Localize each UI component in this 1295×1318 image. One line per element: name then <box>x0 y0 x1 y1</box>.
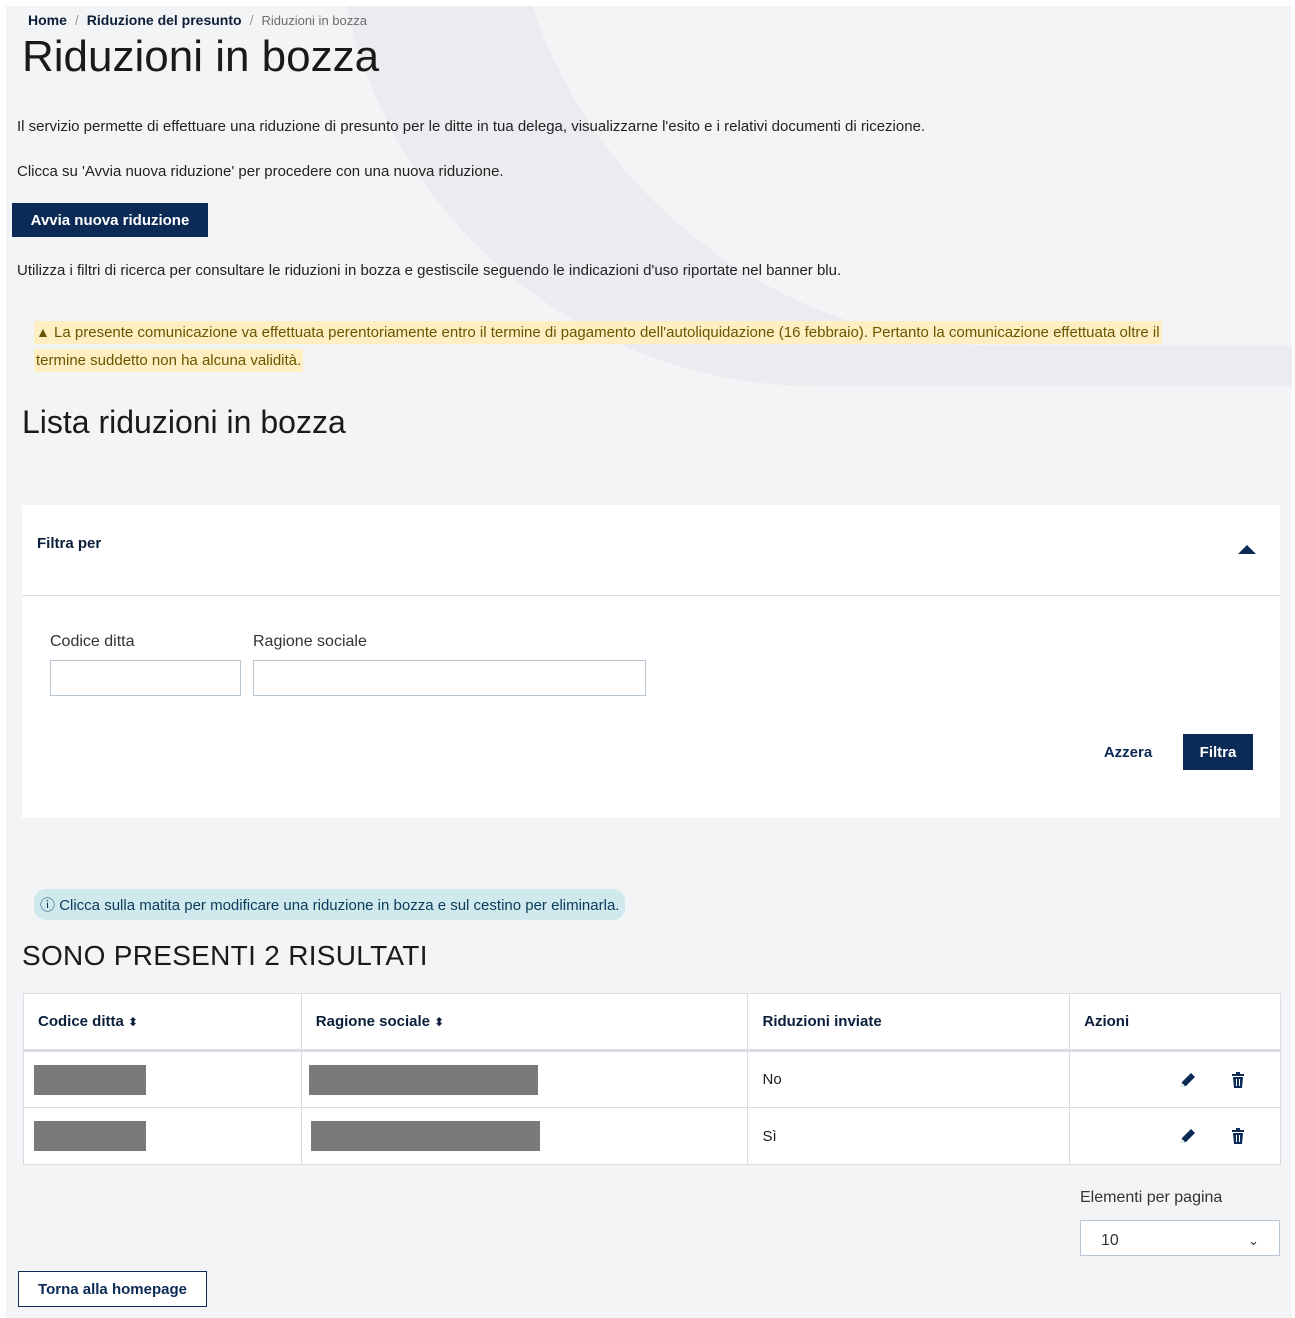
page-title: Riduzioni in bozza <box>22 32 380 81</box>
cell-inviate: No <box>747 1050 1071 1108</box>
items-per-page-label: Elementi per pagina <box>1080 1189 1223 1206</box>
filter-panel: Filtra per Codice ditta Ragione sociale … <box>22 505 1280 818</box>
cell-codice-redacted <box>23 1107 302 1165</box>
redacted-block <box>308 1064 538 1095</box>
ragione-sociale-input[interactable] <box>253 660 646 696</box>
results-table: Codice ditta ⬍ Ragione sociale ⬍ Riduzio… <box>23 993 1281 1165</box>
info-text: Clicca sulla matita per modificare una r… <box>59 897 620 914</box>
codice-ditta-input[interactable] <box>50 660 241 696</box>
items-per-page-value: 10 <box>1101 1232 1119 1249</box>
pencil-icon[interactable] <box>1178 1070 1198 1090</box>
table-row: Sì <box>23 1107 1281 1165</box>
intro-text-1: Il servizio permette di effettuare una r… <box>17 118 926 135</box>
breadcrumb-separator: / <box>249 12 254 28</box>
chevron-down-icon: ⌄ <box>1248 1233 1259 1248</box>
pencil-icon[interactable] <box>1178 1126 1198 1146</box>
filter-button[interactable]: Filtra <box>1183 734 1253 770</box>
breadcrumb-separator: / <box>74 12 79 28</box>
back-to-homepage-button[interactable]: Torna alla homepage <box>18 1271 207 1307</box>
redacted-block <box>34 1121 146 1151</box>
warning-banner: ▲ La presente comunicazione va effettuat… <box>34 318 1194 375</box>
breadcrumb-parent[interactable]: Riduzione del presunto <box>87 12 242 28</box>
cell-ragione-redacted <box>300 1107 749 1165</box>
intro-text-3: Utilizza i filtri di ricerca per consult… <box>17 262 842 279</box>
sort-icon[interactable]: ⬍ <box>128 1015 138 1029</box>
sort-icon[interactable]: ⬍ <box>434 1015 444 1029</box>
cell-inviate: Sì <box>747 1107 1071 1165</box>
warning-icon: ▲ <box>36 324 50 340</box>
column-header-ragione[interactable]: Ragione sociale ⬍ <box>300 993 749 1052</box>
table-header-row: Codice ditta ⬍ Ragione sociale ⬍ Riduzio… <box>23 993 1281 1052</box>
cell-actions <box>1069 1107 1281 1165</box>
info-icon: ⓘ <box>40 897 56 914</box>
cell-ragione-redacted <box>300 1050 749 1108</box>
codice-ditta-label: Codice ditta <box>50 633 135 650</box>
items-per-page-select[interactable]: 10 ⌄ <box>1080 1220 1280 1256</box>
page: Home / Riduzione del presunto / Riduzion… <box>6 6 1292 1318</box>
column-header-azioni: Azioni <box>1069 993 1281 1052</box>
cell-actions <box>1069 1050 1281 1108</box>
cell-codice-redacted <box>23 1050 302 1108</box>
warning-text: La presente comunicazione va effettuata … <box>36 324 1160 369</box>
trash-icon[interactable] <box>1228 1070 1248 1090</box>
info-banner: ⓘ Clicca sulla matita per modificare una… <box>34 889 626 920</box>
redacted-block <box>310 1121 540 1151</box>
breadcrumb-current: Riduzioni in bozza <box>261 12 367 28</box>
ragione-sociale-label: Ragione sociale <box>253 633 367 650</box>
chevron-up-icon[interactable] <box>1238 545 1256 554</box>
list-title: Lista riduzioni in bozza <box>22 404 346 440</box>
breadcrumb-home[interactable]: Home <box>28 12 67 28</box>
column-header-inviate: Riduzioni inviate <box>747 993 1071 1052</box>
intro-text-2: Clicca su 'Avvia nuova riduzione' per pr… <box>17 163 504 180</box>
new-reduction-button[interactable]: Avvia nuova riduzione <box>12 203 208 237</box>
results-count: SONO PRESENTI 2 RISULTATI <box>22 940 428 971</box>
breadcrumb: Home / Riduzione del presunto / Riduzion… <box>28 12 367 28</box>
trash-icon[interactable] <box>1228 1126 1248 1146</box>
reset-button[interactable]: Azzera <box>1088 734 1168 770</box>
filter-header[interactable]: Filtra per <box>22 505 1280 596</box>
filter-header-label: Filtra per <box>37 535 102 552</box>
redacted-block <box>34 1064 146 1095</box>
table-row: No <box>23 1050 1281 1108</box>
column-header-codice[interactable]: Codice ditta ⬍ <box>23 993 302 1052</box>
